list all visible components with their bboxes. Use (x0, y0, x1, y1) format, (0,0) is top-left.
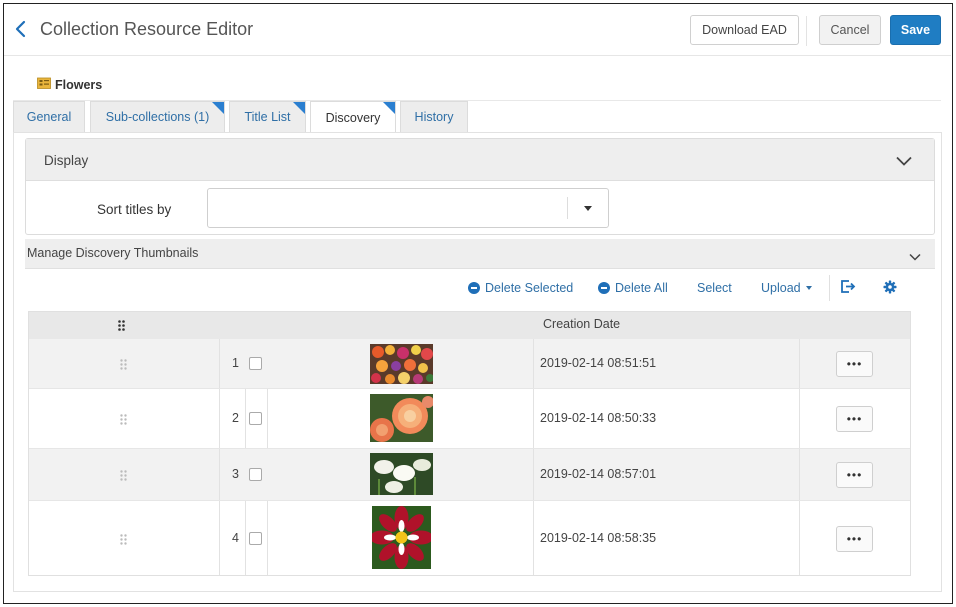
changed-marker-icon (293, 102, 305, 114)
row-actions-button[interactable]: ••• (836, 462, 873, 488)
creation-date: 2019-02-14 08:50:33 (540, 411, 657, 425)
column-divider (533, 339, 534, 388)
column-divider (219, 339, 220, 388)
column-divider (219, 389, 220, 448)
column-divider (799, 449, 800, 500)
minus-circle-icon (468, 282, 480, 294)
collection-folder-icon (37, 77, 51, 92)
export-icon[interactable] (840, 279, 856, 294)
row-checkbox[interactable] (249, 468, 262, 481)
column-divider (219, 501, 220, 575)
tab-label: Sub-collections (1) (105, 110, 210, 124)
minus-circle-icon (598, 282, 610, 294)
tab-label: Title List (244, 110, 291, 124)
column-divider (245, 501, 246, 575)
column-divider (799, 389, 800, 448)
display-section-header[interactable]: Display (26, 139, 934, 181)
section-title: Manage Discovery Thumbnails (27, 246, 199, 260)
drag-handle-icon (118, 319, 125, 334)
cancel-button[interactable]: Cancel (819, 15, 881, 45)
gear-icon[interactable] (883, 280, 897, 294)
tab-title-list[interactable]: Title List (229, 101, 306, 132)
row-index: 3 (232, 467, 239, 481)
tab-label: Discovery (325, 111, 381, 125)
table-row: 3 2019-02-14 08:57:01 ••• (28, 449, 911, 501)
tab-history[interactable]: History (400, 101, 468, 132)
delete-selected-button[interactable]: Delete Selected (468, 281, 573, 295)
table-row: 4 2019-02-14 08:58:35 ••• (28, 501, 911, 576)
delete-selected-label: Delete Selected (485, 281, 574, 295)
save-button[interactable]: Save (890, 15, 941, 45)
select-button[interactable]: Select (697, 281, 732, 295)
page-header: Collection Resource Editor Download EAD … (4, 4, 951, 56)
chevron-down-icon[interactable] (909, 249, 921, 264)
table-row: 1 2019-02-14 08:51:51 ••• (28, 339, 911, 389)
tab-discovery[interactable]: Discovery (310, 101, 396, 134)
delete-all-label: Delete All (615, 281, 668, 295)
page-title: Collection Resource Editor (40, 19, 254, 39)
column-divider (267, 389, 268, 448)
row-checkbox[interactable] (249, 357, 262, 370)
row-actions-button[interactable]: ••• (836, 526, 873, 552)
upload-label: Upload (761, 281, 801, 295)
thumbnail-image (372, 506, 431, 569)
row-checkbox[interactable] (249, 412, 262, 425)
display-section: Display Sort titles by (25, 138, 935, 235)
sort-titles-label: Sort titles by (97, 202, 172, 217)
row-checkbox[interactable] (249, 532, 262, 545)
upload-dropdown-button[interactable]: Upload (761, 281, 812, 295)
thumbnail-image (370, 394, 433, 442)
drag-handle-icon[interactable] (120, 533, 127, 548)
download-ead-button[interactable]: Download EAD (690, 15, 799, 45)
drag-handle-icon[interactable] (120, 469, 127, 484)
column-divider (245, 389, 246, 448)
creation-date: 2019-02-14 08:57:01 (540, 467, 657, 481)
creation-date: 2019-02-14 08:58:35 (540, 531, 657, 545)
changed-marker-icon (383, 102, 395, 114)
tab-label: History (414, 110, 454, 124)
tab-label: General (26, 110, 72, 124)
row-index: 2 (232, 411, 239, 425)
tab-general[interactable]: General (13, 101, 85, 132)
delete-all-button[interactable]: Delete All (598, 281, 668, 295)
column-header-creation-date[interactable]: Creation Date (543, 317, 620, 331)
tab-sub-collections[interactable]: Sub-collections (1) (90, 101, 225, 132)
changed-marker-icon (212, 102, 224, 114)
back-arrow-icon[interactable] (12, 18, 32, 40)
tab-content-panel: Display Sort titles by Manage Discovery … (13, 132, 942, 592)
select-divider (567, 197, 568, 219)
header-divider (806, 16, 807, 46)
column-divider (533, 449, 534, 500)
drag-handle-icon[interactable] (120, 413, 127, 428)
column-divider (267, 501, 268, 575)
select-label: Select (697, 281, 732, 295)
app-window: Collection Resource Editor Download EAD … (3, 3, 953, 604)
column-divider (219, 449, 220, 500)
thumbnails-section-header[interactable]: Manage Discovery Thumbnails (25, 239, 935, 269)
thumbnail-image (370, 344, 433, 384)
table-header: Creation Date (28, 311, 911, 339)
caret-down-icon (805, 286, 812, 290)
breadcrumb-label[interactable]: Flowers (55, 78, 102, 92)
column-divider (533, 501, 534, 575)
column-divider (799, 501, 800, 575)
column-divider (799, 339, 800, 388)
thumbnail-image (370, 453, 433, 495)
table-row: 2 2019-02-14 08:50:33 ••• (28, 389, 911, 449)
chevron-down-icon[interactable] (896, 154, 912, 169)
row-actions-button[interactable]: ••• (836, 351, 873, 377)
toolbar-divider (829, 275, 830, 301)
sort-titles-select[interactable] (207, 188, 609, 228)
section-title: Display (44, 153, 89, 168)
column-divider (533, 389, 534, 448)
drag-handle-icon[interactable] (120, 358, 127, 373)
row-actions-button[interactable]: ••• (836, 406, 873, 432)
row-index: 1 (232, 356, 239, 370)
creation-date: 2019-02-14 08:51:51 (540, 356, 657, 370)
breadcrumb: Flowers (37, 77, 102, 92)
row-index: 4 (232, 531, 239, 545)
caret-down-icon (584, 206, 592, 211)
